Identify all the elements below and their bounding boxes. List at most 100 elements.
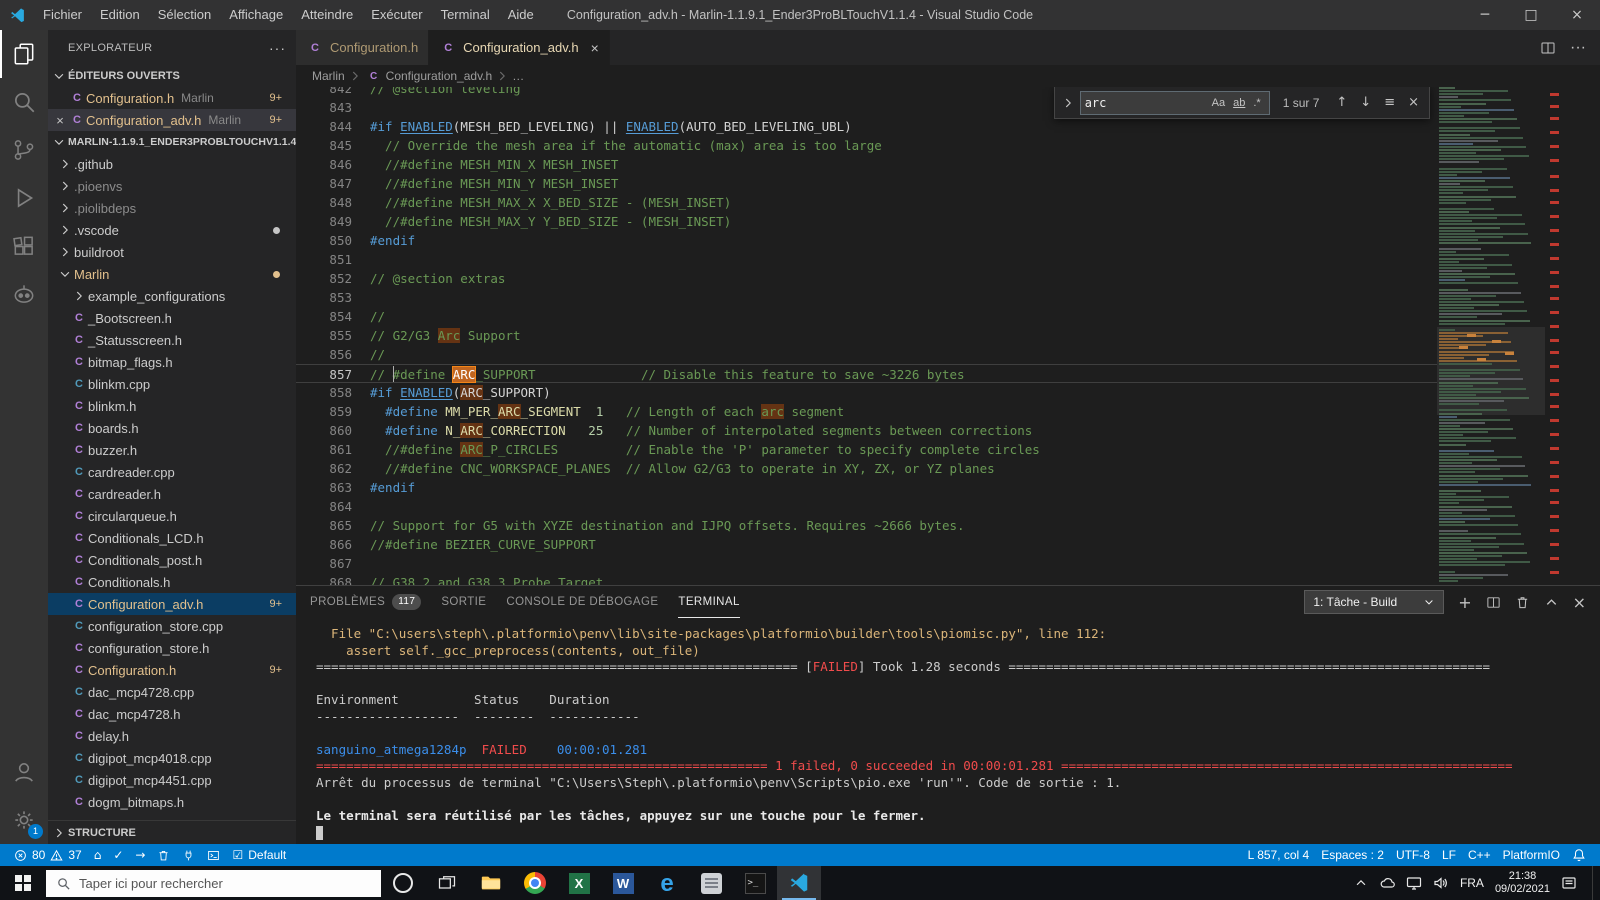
- indentation[interactable]: Espaces : 2: [1315, 844, 1390, 866]
- tree-item[interactable]: Ccardreader.cpp: [48, 461, 296, 483]
- code-text[interactable]: //#define MESH_MIN_Y MESH_INSET: [370, 174, 1437, 193]
- notification-center-icon[interactable]: [1561, 875, 1577, 891]
- excel-button[interactable]: X: [557, 866, 601, 900]
- code-text[interactable]: // G2/G3 Arc Support: [370, 326, 1437, 345]
- editor-tab[interactable]: C Configuration.h: [296, 30, 430, 65]
- code-text[interactable]: // @section extras: [370, 269, 1437, 288]
- menu-item[interactable]: Edition: [91, 0, 149, 30]
- code-text[interactable]: #if ENABLED(MESH_BED_LEVELING) || ENABLE…: [370, 117, 1437, 136]
- structure-section-header[interactable]: STRUCTURE: [48, 820, 296, 844]
- tree-item[interactable]: Cdac_mcp4728.cpp: [48, 681, 296, 703]
- start-button[interactable]: [0, 866, 46, 900]
- terminal-selector[interactable]: 1: Tâche - Build: [1304, 590, 1445, 614]
- taskbar-search-box[interactable]: Taper ici pour rechercher: [46, 869, 381, 897]
- tree-item[interactable]: Ccardreader.h: [48, 483, 296, 505]
- tray-expand-icon[interactable]: [1354, 876, 1368, 890]
- minimize-button[interactable]: ─: [1462, 0, 1508, 30]
- code-text[interactable]: // Support for G5 with XYZE destination …: [370, 516, 1437, 535]
- vscode-taskbar-button[interactable]: [777, 866, 821, 900]
- breadcrumb-item[interactable]: Marlin: [312, 69, 345, 83]
- volume-icon[interactable]: [1433, 875, 1449, 891]
- find-input[interactable]: arc Aa ab .*: [1079, 90, 1270, 115]
- cursor-position[interactable]: L 857, col 4: [1242, 844, 1316, 866]
- whole-word-icon[interactable]: ab: [1229, 97, 1249, 109]
- split-terminal-icon[interactable]: [1486, 595, 1501, 610]
- tree-item[interactable]: Cbuzzer.h: [48, 439, 296, 461]
- source-control-icon[interactable]: [0, 126, 48, 174]
- kill-terminal-icon[interactable]: [1515, 595, 1530, 610]
- code-editor[interactable]: 842 // @section leveling 843 844 #if ENABLED…: [296, 87, 1600, 585]
- terminal-output[interactable]: File "C:\users\steph\.platformio\penv\li…: [296, 618, 1600, 844]
- close-find-icon[interactable]: ×: [1404, 95, 1423, 110]
- task-view-button[interactable]: [425, 866, 469, 900]
- find-query[interactable]: arc: [1085, 96, 1208, 110]
- pio-terminal-button[interactable]: [201, 844, 226, 866]
- menu-item[interactable]: Aide: [499, 0, 543, 30]
- maximize-button[interactable]: □: [1508, 0, 1554, 30]
- tree-item[interactable]: Cdigipot_mcp4451.cpp: [48, 769, 296, 791]
- close-button[interactable]: ×: [1554, 0, 1600, 30]
- pio-upload-button[interactable]: →: [129, 844, 151, 866]
- menu-item[interactable]: Fichier: [34, 0, 91, 30]
- run-debug-icon[interactable]: [0, 174, 48, 222]
- tree-item[interactable]: Cdigipot_mcp4018.cpp: [48, 747, 296, 769]
- pio-clean-button[interactable]: [151, 844, 176, 866]
- editor-tab[interactable]: C Configuration_adv.h ×: [429, 30, 610, 65]
- regex-icon[interactable]: .*: [1249, 97, 1264, 109]
- code-text[interactable]: //#define CNC_WORKSPACE_PLANES // Allow …: [370, 459, 1437, 478]
- tree-item[interactable]: Cblinkm.cpp: [48, 373, 296, 395]
- more-actions-icon[interactable]: ···: [1570, 39, 1586, 57]
- show-desktop-sliver[interactable]: [1592, 866, 1598, 900]
- extensions-icon[interactable]: [0, 222, 48, 270]
- account-icon[interactable]: [0, 748, 48, 796]
- tree-item[interactable]: C _Statusscreen.h: [48, 329, 296, 351]
- new-terminal-icon[interactable]: +: [1458, 593, 1471, 612]
- tree-item[interactable]: Cconfiguration_store.cpp: [48, 615, 296, 637]
- explorer-icon[interactable]: [0, 30, 48, 78]
- close-panel-icon[interactable]: ×: [1573, 593, 1586, 612]
- maximize-panel-icon[interactable]: [1544, 595, 1559, 610]
- code-text[interactable]: //: [370, 307, 1437, 326]
- toggle-replace-icon[interactable]: [1061, 96, 1075, 110]
- code-text[interactable]: #define N_ARC_CORRECTION 25 // Number of…: [370, 421, 1437, 440]
- menu-item[interactable]: Terminal: [432, 0, 499, 30]
- edge-button[interactable]: e: [645, 866, 689, 900]
- previous-match-icon[interactable]: ↑: [1332, 95, 1351, 110]
- onedrive-icon[interactable]: [1379, 875, 1395, 891]
- tree-item[interactable]: Cboards.h: [48, 417, 296, 439]
- close-editor-icon[interactable]: ×: [52, 113, 68, 128]
- menu-item[interactable]: Atteindre: [292, 0, 362, 30]
- encoding[interactable]: UTF-8: [1390, 844, 1436, 866]
- pio-home-button[interactable]: ⌂: [88, 844, 108, 866]
- code-text[interactable]: [370, 497, 1437, 516]
- code-text[interactable]: //#define MESH_MAX_X X_BED_SIZE - (MESH_…: [370, 193, 1437, 212]
- platformio-indicator[interactable]: PlatformIO: [1497, 844, 1566, 866]
- tree-item[interactable]: Cdogm_bitmaps.h: [48, 791, 296, 813]
- tree-item[interactable]: Marlin: [48, 263, 296, 285]
- tree-item[interactable]: Cdac_mcp4728.h: [48, 703, 296, 725]
- tree-item[interactable]: C Conditionals.h: [48, 571, 296, 593]
- tree-item[interactable]: buildroot: [48, 241, 296, 263]
- open-editors-header[interactable]: ÉDITEURS OUVERTS: [48, 65, 296, 87]
- code-text[interactable]: //#define MESH_MAX_Y Y_BED_SIZE - (MESH_…: [370, 212, 1437, 231]
- tree-item[interactable]: Cblinkm.h: [48, 395, 296, 417]
- settings-gear-icon[interactable]: 1: [0, 796, 48, 844]
- code-text[interactable]: // G38.2 and G38.3 Probe Target: [370, 573, 1437, 585]
- tree-item[interactable]: Cdelay.h: [48, 725, 296, 747]
- tree-item[interactable]: C Conditionals_LCD.h: [48, 527, 296, 549]
- close-tab-icon[interactable]: ×: [591, 40, 599, 56]
- code-text[interactable]: // Override the mesh area if the automat…: [370, 136, 1437, 155]
- explorer-more-actions-icon[interactable]: ···: [269, 40, 286, 56]
- cortana-button[interactable]: [381, 866, 425, 900]
- code-text[interactable]: //: [370, 345, 1437, 364]
- tree-item[interactable]: Ccircularqueue.h: [48, 505, 296, 527]
- tree-item[interactable]: C Configuration.h 9+: [48, 659, 296, 681]
- breadcrumb-item[interactable]: Configuration_adv.h: [386, 69, 493, 83]
- code-text[interactable]: #define MM_PER_ARC_SEGMENT 1 // Length o…: [370, 402, 1437, 421]
- pio-monitor-button[interactable]: [176, 844, 201, 866]
- language-mode[interactable]: C++: [1462, 844, 1497, 866]
- platformio-icon[interactable]: [0, 270, 48, 318]
- tree-item[interactable]: C _Bootscreen.h: [48, 307, 296, 329]
- open-editor-item[interactable]: C Configuration.h Marlin 9+: [48, 87, 296, 109]
- panel-tab-sortie[interactable]: SORTIE: [441, 586, 486, 618]
